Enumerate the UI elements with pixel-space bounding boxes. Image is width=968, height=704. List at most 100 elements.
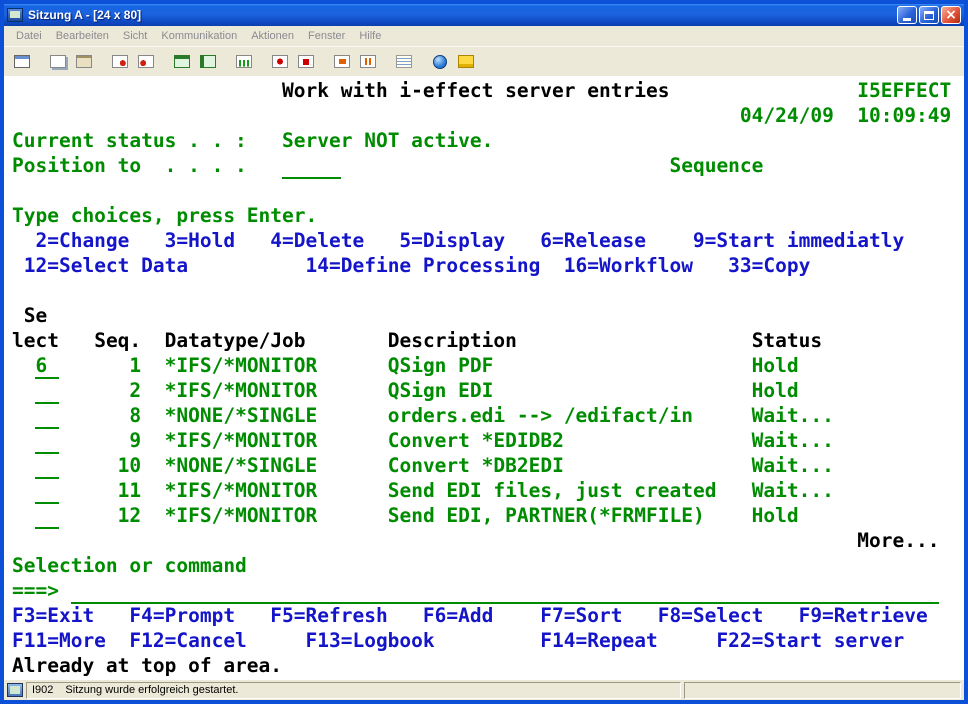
select-input[interactable]	[35, 379, 58, 404]
screen-text: Current status . . :	[12, 129, 247, 152]
session-window-icon[interactable]	[170, 50, 194, 74]
macro-stop-icon[interactable]	[294, 50, 318, 74]
screen-text: Type choices, press Enter.	[12, 204, 317, 227]
terminal-line: Type choices, press Enter.	[12, 203, 964, 228]
macro-record-icon[interactable]	[268, 50, 292, 74]
minimize-button[interactable]	[897, 6, 917, 24]
terminal-line: 2=Change 3=Hold 4=Delete 5=Display 6=Rel…	[12, 228, 964, 253]
screen-text: *IFS/*MONITOR	[165, 504, 318, 527]
terminal-line	[12, 178, 964, 203]
screen-text: Wait...	[752, 404, 834, 427]
menu-bearbeiten[interactable]: Bearbeiten	[49, 28, 116, 44]
select-input[interactable]	[35, 454, 58, 479]
select-input[interactable]: 6	[35, 354, 58, 379]
screen-text	[59, 354, 118, 377]
terminal-line: ===>	[12, 578, 964, 603]
status-extra-field	[684, 682, 961, 699]
screen-text: QSign EDI	[388, 379, 494, 402]
position-to-input[interactable]	[282, 154, 341, 179]
menu-aktionen[interactable]: Aktionen	[244, 28, 301, 44]
screen-text	[59, 379, 118, 402]
screen-text	[59, 404, 118, 427]
screen-text	[141, 404, 164, 427]
terminal-line	[12, 278, 964, 303]
notepad-icon[interactable]	[392, 50, 416, 74]
screen-text	[12, 379, 35, 402]
copy-icon[interactable]	[46, 50, 70, 74]
globe-icon[interactable]	[428, 50, 452, 74]
screen-text: 04/24/09	[740, 104, 834, 127]
screen-text	[141, 429, 164, 452]
menu-sicht[interactable]: Sicht	[116, 28, 154, 44]
screen-text	[341, 154, 670, 177]
screen-text: Wait...	[752, 479, 834, 502]
screen-text: Wait...	[752, 429, 834, 452]
macro-pause-icon[interactable]	[356, 50, 380, 74]
maximize-icon	[924, 11, 934, 20]
terminal-line: Position to . . . . Sequence	[12, 153, 964, 178]
session-colors-icon[interactable]	[196, 50, 220, 74]
screen-text	[317, 404, 387, 427]
terminal-line: 04/24/09 10:09:49	[12, 103, 964, 128]
send-file-icon[interactable]	[108, 50, 132, 74]
status-message: Sitzung wurde erfolgreich gestartet.	[65, 684, 238, 696]
status-session-icon	[7, 683, 23, 697]
select-input[interactable]	[35, 479, 58, 504]
terminal-screen[interactable]: Work with i-effect server entries I5EFFE…	[4, 76, 964, 680]
terminal-line: Already at top of area.	[12, 653, 964, 678]
select-input[interactable]	[35, 404, 58, 429]
close-icon: ×	[945, 8, 957, 22]
screen-text: Already at top of area.	[12, 654, 282, 677]
title-bar[interactable]: Sitzung A - [24 x 80] ×	[4, 4, 964, 26]
toolbar	[4, 46, 964, 76]
screen-text	[317, 504, 387, 527]
terminal-line: 11 *IFS/*MONITOR Send EDI files, just cr…	[12, 478, 964, 503]
new-session-icon[interactable]	[10, 50, 34, 74]
terminal-line: 6 1 *IFS/*MONITOR QSign PDF Hold	[12, 353, 964, 378]
menu-hilfe[interactable]: Hilfe	[352, 28, 388, 44]
screen-text	[12, 304, 24, 327]
menu-kommunikation[interactable]: Kommunikation	[154, 28, 244, 44]
screen-text	[12, 504, 35, 527]
screen-text	[247, 154, 282, 177]
select-input[interactable]	[35, 429, 58, 454]
screen-text	[12, 104, 740, 127]
screen-text	[141, 504, 164, 527]
screen-text: I5EFFECT	[857, 79, 951, 102]
screen-text: Convert *DB2EDI	[388, 454, 564, 477]
screen-text: 10	[118, 454, 141, 477]
screen-text	[705, 504, 752, 527]
screen-text: Se	[24, 304, 47, 327]
screen-text	[493, 379, 751, 402]
terminal-line: 10 *NONE/*SINGLE Convert *DB2EDI Wait...	[12, 453, 964, 478]
screen-text: *IFS/*MONITOR	[165, 379, 318, 402]
terminal-line: F11=More F12=Cancel F13=Logbook F14=Repe…	[12, 628, 964, 653]
select-input[interactable]	[35, 504, 58, 529]
paste-icon[interactable]	[72, 50, 96, 74]
keyboard-map-icon[interactable]	[454, 50, 478, 74]
screen-text: Status	[752, 329, 822, 352]
screen-text	[247, 129, 282, 152]
screen-text: *NONE/*SINGLE	[165, 454, 318, 477]
screen-text: Selection or command	[12, 554, 247, 577]
close-button[interactable]: ×	[941, 6, 961, 24]
screen-text	[141, 329, 164, 352]
macro-play-icon[interactable]	[330, 50, 354, 74]
screen-text	[12, 279, 24, 302]
screen-text	[12, 79, 282, 102]
screen-text	[517, 329, 752, 352]
menu-fenster[interactable]: Fenster	[301, 28, 352, 44]
screen-text: 11	[118, 479, 141, 502]
screen-text	[693, 404, 752, 427]
receive-file-icon[interactable]	[134, 50, 158, 74]
terminal-line: Work with i-effect server entries I5EFFE…	[12, 78, 964, 103]
screen-text: More...	[857, 529, 939, 552]
command-input[interactable]	[71, 579, 940, 604]
screen-text: Convert *EDIDB2	[388, 429, 564, 452]
screen-text: Server NOT active.	[282, 129, 493, 152]
maximize-button[interactable]	[919, 6, 939, 24]
status-message-field: I902 Sitzung wurde erfolgreich gestartet…	[26, 682, 681, 699]
graph-icon[interactable]	[232, 50, 256, 74]
menu-datei[interactable]: Datei	[9, 28, 49, 44]
screen-text	[669, 79, 857, 102]
